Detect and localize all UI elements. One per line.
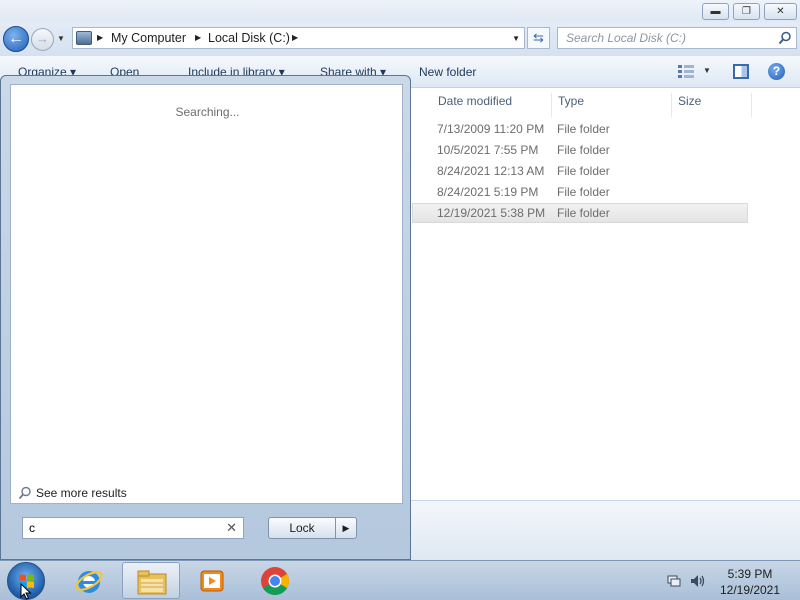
row-type: File folder <box>557 143 610 157</box>
clock-date[interactable]: 12/19/2021 <box>712 583 788 597</box>
title-bar[interactable]: ▬ ❐ ✕ <box>0 0 800 22</box>
start-menu: Searching... See more results c ✕ Lock ▶ <box>0 75 411 560</box>
forward-button[interactable]: → <box>31 28 54 51</box>
maximize-button[interactable]: ❐ <box>733 3 760 20</box>
new-folder-button[interactable]: New folder <box>419 65 476 79</box>
change-view-icon[interactable] <box>678 64 694 78</box>
internet-explorer-icon <box>75 571 103 593</box>
search-results-panel: Searching... See more results <box>10 84 403 504</box>
mouse-cursor-icon <box>20 583 32 600</box>
network-icon[interactable] <box>667 574 681 588</box>
row-date-modified: 8/24/2021 12:13 AM <box>437 164 545 178</box>
taskbar-media-player[interactable] <box>183 562 241 599</box>
row-date-modified: 8/24/2021 5:19 PM <box>437 185 539 199</box>
row-type: File folder <box>557 185 610 199</box>
row-type: File folder <box>557 122 610 136</box>
folder-icon <box>137 570 167 595</box>
clock-time[interactable]: 5:39 PM <box>712 567 788 581</box>
search-icon <box>18 486 31 500</box>
lock-button[interactable]: Lock <box>268 517 336 539</box>
computer-icon <box>76 31 92 45</box>
breadcrumb-my-computer[interactable]: My Computer <box>111 31 186 45</box>
shutdown-options-arrow-icon[interactable]: ▶ <box>335 517 357 539</box>
taskbar-windows-explorer[interactable] <box>122 562 180 599</box>
minimize-button[interactable]: ▬ <box>702 3 729 20</box>
search-input[interactable]: Search Local Disk (C:) <box>557 27 797 49</box>
address-row: ← → ▼ ▶ My Computer ▶ Local Disk (C:) ▶ … <box>0 22 800 56</box>
taskbar: 5:39 PM 12/19/2021 <box>0 560 800 600</box>
close-button[interactable]: ✕ <box>764 3 797 20</box>
breadcrumb-local-disk[interactable]: Local Disk (C:) <box>208 31 290 45</box>
row-type: File folder <box>557 164 610 178</box>
preview-pane-icon[interactable] <box>733 64 749 79</box>
volume-icon[interactable] <box>690 574 706 588</box>
view-options-chevron-down-icon[interactable]: ▼ <box>703 66 711 75</box>
table-row[interactable]: 10/5/2021 7:55 PM File folder <box>412 141 748 161</box>
help-icon[interactable]: ? <box>768 63 785 80</box>
see-more-results-label[interactable]: See more results <box>36 486 127 500</box>
table-row[interactable]: 8/24/2021 12:13 AM File folder <box>412 162 748 182</box>
breadcrumb-chevron-icon[interactable]: ▶ <box>97 33 103 42</box>
row-date-modified: 10/5/2021 7:55 PM <box>437 143 539 157</box>
row-type: File folder <box>557 206 610 220</box>
column-header-size[interactable]: Size <box>672 93 752 117</box>
breadcrumb-chevron-icon[interactable]: ▶ <box>195 33 201 42</box>
table-row-selected[interactable]: 12/19/2021 5:38 PM File folder <box>412 203 748 223</box>
media-player-icon <box>200 570 224 592</box>
table-row[interactable]: 8/24/2021 5:19 PM File folder <box>412 183 748 203</box>
search-icon[interactable] <box>778 31 792 45</box>
searching-status: Searching... <box>175 105 240 119</box>
taskbar-chrome[interactable] <box>246 562 304 599</box>
clear-search-icon[interactable]: ✕ <box>226 520 237 536</box>
column-header-type[interactable]: Type <box>552 93 672 117</box>
column-header-date-modified[interactable]: Date modified <box>432 93 552 117</box>
address-bar[interactable]: ▶ My Computer ▶ Local Disk (C:) ▶ ▼ <box>72 27 525 49</box>
address-dropdown-icon[interactable]: ▼ <box>512 34 520 43</box>
search-placeholder: Search Local Disk (C:) <box>566 31 687 45</box>
recent-pages-dropdown[interactable]: ▼ <box>57 34 67 44</box>
breadcrumb-chevron-icon[interactable]: ▶ <box>292 33 298 42</box>
table-row[interactable]: 7/13/2009 11:20 PM File folder <box>412 120 748 140</box>
refresh-button[interactable]: ⇆ <box>527 27 550 49</box>
row-date-modified: 12/19/2021 5:38 PM <box>437 206 546 220</box>
taskbar-internet-explorer[interactable] <box>61 562 119 599</box>
start-search-input[interactable]: c ✕ <box>22 517 244 539</box>
start-search-value[interactable]: c <box>29 521 35 535</box>
chrome-icon <box>261 567 289 595</box>
back-button[interactable]: ← <box>3 26 29 52</box>
row-date-modified: 7/13/2009 11:20 PM <box>437 122 545 136</box>
